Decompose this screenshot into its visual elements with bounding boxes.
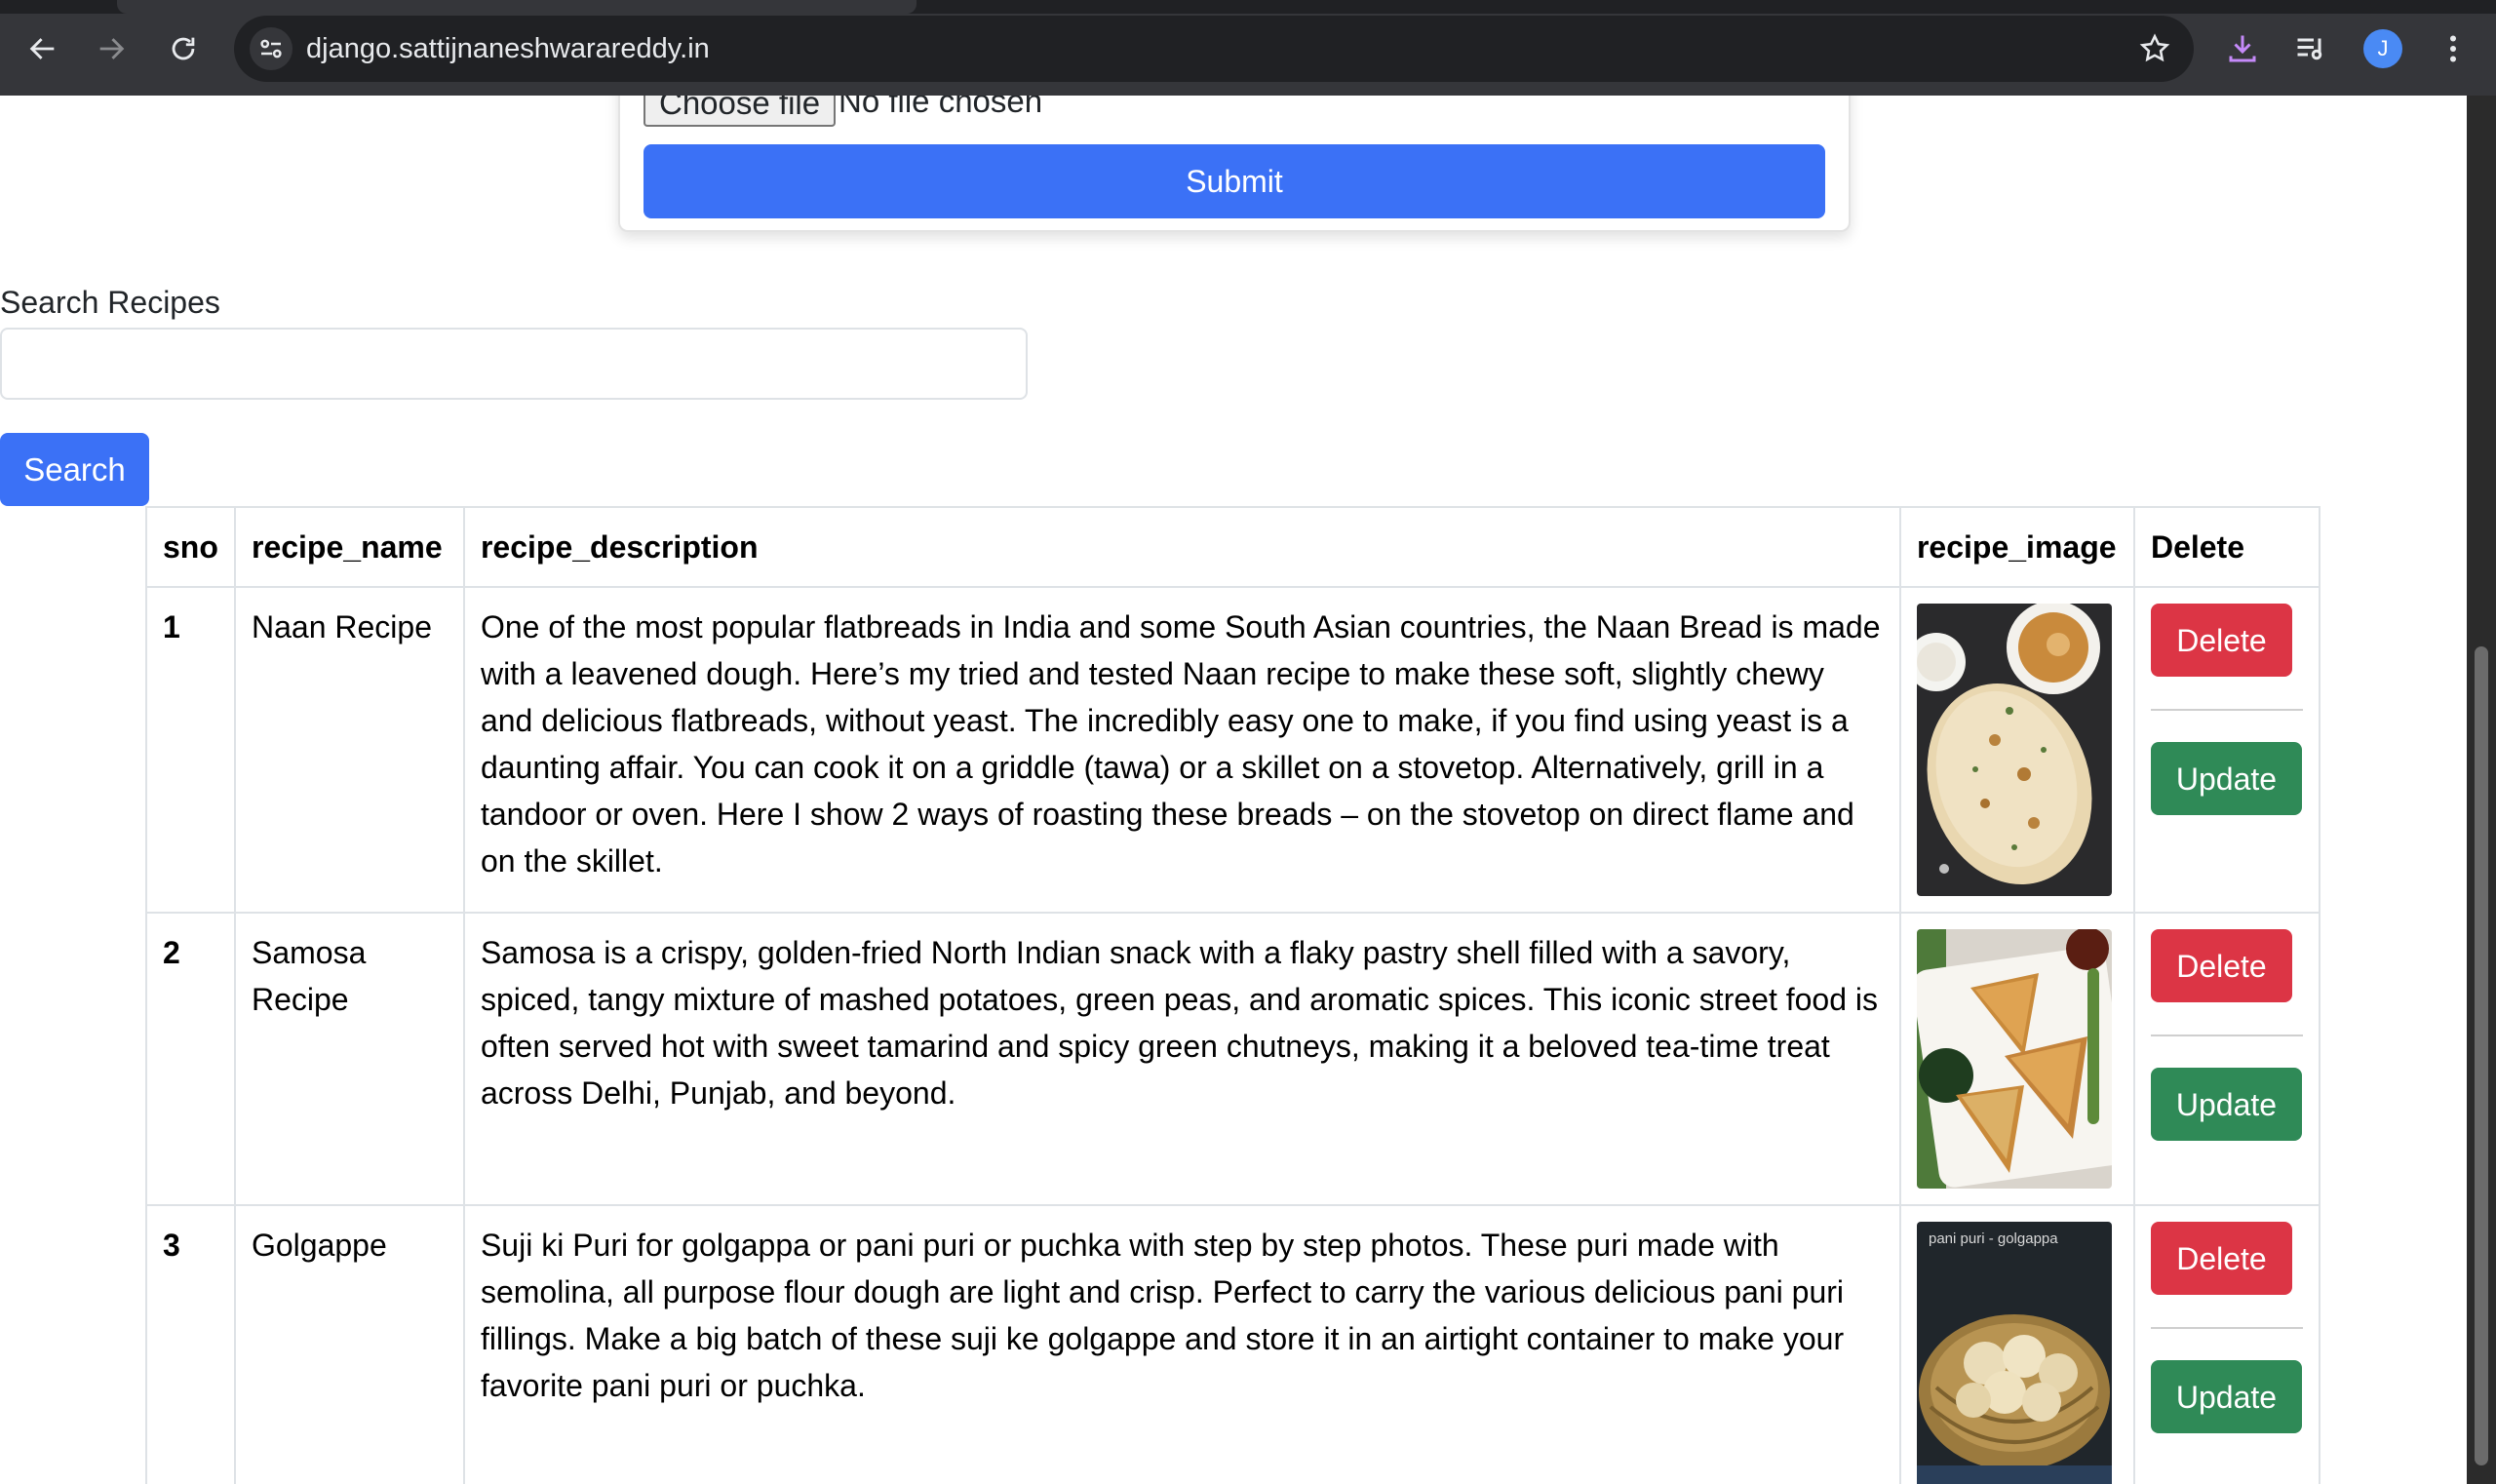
browser-toolbar: django.sattijnaneshwarareddy.in J — [0, 0, 2496, 96]
header-recipe-name: recipe_name — [233, 506, 465, 588]
bookmark-star-icon[interactable] — [2135, 29, 2174, 68]
actions-cell: Delete Update — [2132, 912, 2321, 1206]
header-delete: Delete — [2132, 506, 2321, 588]
header-recipe-description: recipe_description — [462, 506, 1901, 588]
delete-button[interactable]: Delete — [2150, 1222, 2292, 1295]
url-text[interactable]: django.sattijnaneshwarareddy.in — [306, 16, 710, 82]
delete-button[interactable]: Delete — [2150, 929, 2292, 1002]
update-button[interactable]: Update — [2150, 742, 2302, 815]
profile-avatar[interactable]: J — [2363, 29, 2402, 68]
recipe-name-cell: Samosa Recipe — [233, 912, 465, 1206]
address-bar[interactable]: django.sattijnaneshwarareddy.in — [234, 16, 2194, 82]
naan-image — [1916, 604, 2112, 896]
table-row: 3 Golgappe Suji ki Puri for golgappa or … — [145, 1204, 2321, 1484]
recipe-image-cell — [1898, 912, 2135, 1206]
recipe-description-cell: Suji ki Puri for golgappa or pani puri o… — [462, 1204, 1901, 1484]
search-button[interactable]: Search — [0, 433, 149, 506]
golgappa-image: pani puri - golgappa — [1916, 1222, 2112, 1484]
scrollbar-thumb[interactable] — [2475, 646, 2488, 1465]
action-divider — [2150, 1327, 2303, 1329]
image-caption: pani puri - golgappa — [1929, 1230, 2058, 1247]
recipe-description-cell: Samosa is a crispy, golden-fried North I… — [462, 912, 1901, 1206]
more-menu-icon[interactable] — [2428, 23, 2478, 74]
search-input[interactable] — [0, 328, 1028, 400]
submit-button[interactable]: Submit — [644, 144, 1825, 218]
table-header-row: sno recipe_name recipe_description recip… — [145, 506, 2321, 588]
delete-button[interactable]: Delete — [2150, 604, 2292, 677]
sno-cell: 1 — [145, 586, 236, 914]
search-label: Search Recipes — [0, 285, 220, 320]
header-sno: sno — [145, 506, 236, 588]
table-row: 2 Samosa Recipe Samosa is a crispy, gold… — [145, 912, 2321, 1206]
action-divider — [2150, 709, 2303, 711]
forward-arrow-icon[interactable] — [86, 23, 136, 74]
recipe-image-cell — [1898, 586, 2135, 914]
download-icon[interactable] — [2217, 23, 2268, 74]
media-controls-icon[interactable] — [2285, 23, 2336, 74]
recipe-name-cell: Golgappe — [233, 1204, 465, 1484]
page-content: Choose file No file chosen Submit Search… — [0, 96, 2467, 1484]
sno-cell: 2 — [145, 912, 236, 1206]
active-tab[interactable] — [117, 0, 916, 14]
update-button[interactable]: Update — [2150, 1068, 2302, 1141]
site-settings-icon[interactable] — [250, 27, 292, 70]
back-arrow-icon[interactable] — [18, 23, 68, 74]
sno-cell: 3 — [145, 1204, 236, 1484]
actions-cell: Delete Update — [2132, 586, 2321, 914]
tab-strip — [0, 0, 2496, 14]
recipe-name-cell: Naan Recipe — [233, 586, 465, 914]
reload-icon[interactable] — [158, 23, 209, 74]
header-recipe-image: recipe_image — [1898, 506, 2135, 588]
page-scrollbar[interactable] — [2467, 96, 2496, 1484]
actions-cell: Delete Update — [2132, 1204, 2321, 1484]
samosa-image — [1916, 929, 2112, 1189]
file-status-text: No file chosen — [838, 96, 1043, 119]
update-button[interactable]: Update — [2150, 1360, 2302, 1433]
upload-form-card: Choose file No file chosen Submit — [618, 96, 1851, 232]
recipe-image-cell: pani puri - golgappa — [1898, 1204, 2135, 1484]
recipes-table: sno recipe_name recipe_description recip… — [145, 506, 2321, 1484]
choose-file-button[interactable]: Choose file — [644, 96, 837, 127]
table-row: 1 Naan Recipe One of the most popular fl… — [145, 586, 2321, 914]
action-divider — [2150, 1035, 2303, 1036]
recipe-description-cell: One of the most popular flatbreads in In… — [462, 586, 1901, 914]
